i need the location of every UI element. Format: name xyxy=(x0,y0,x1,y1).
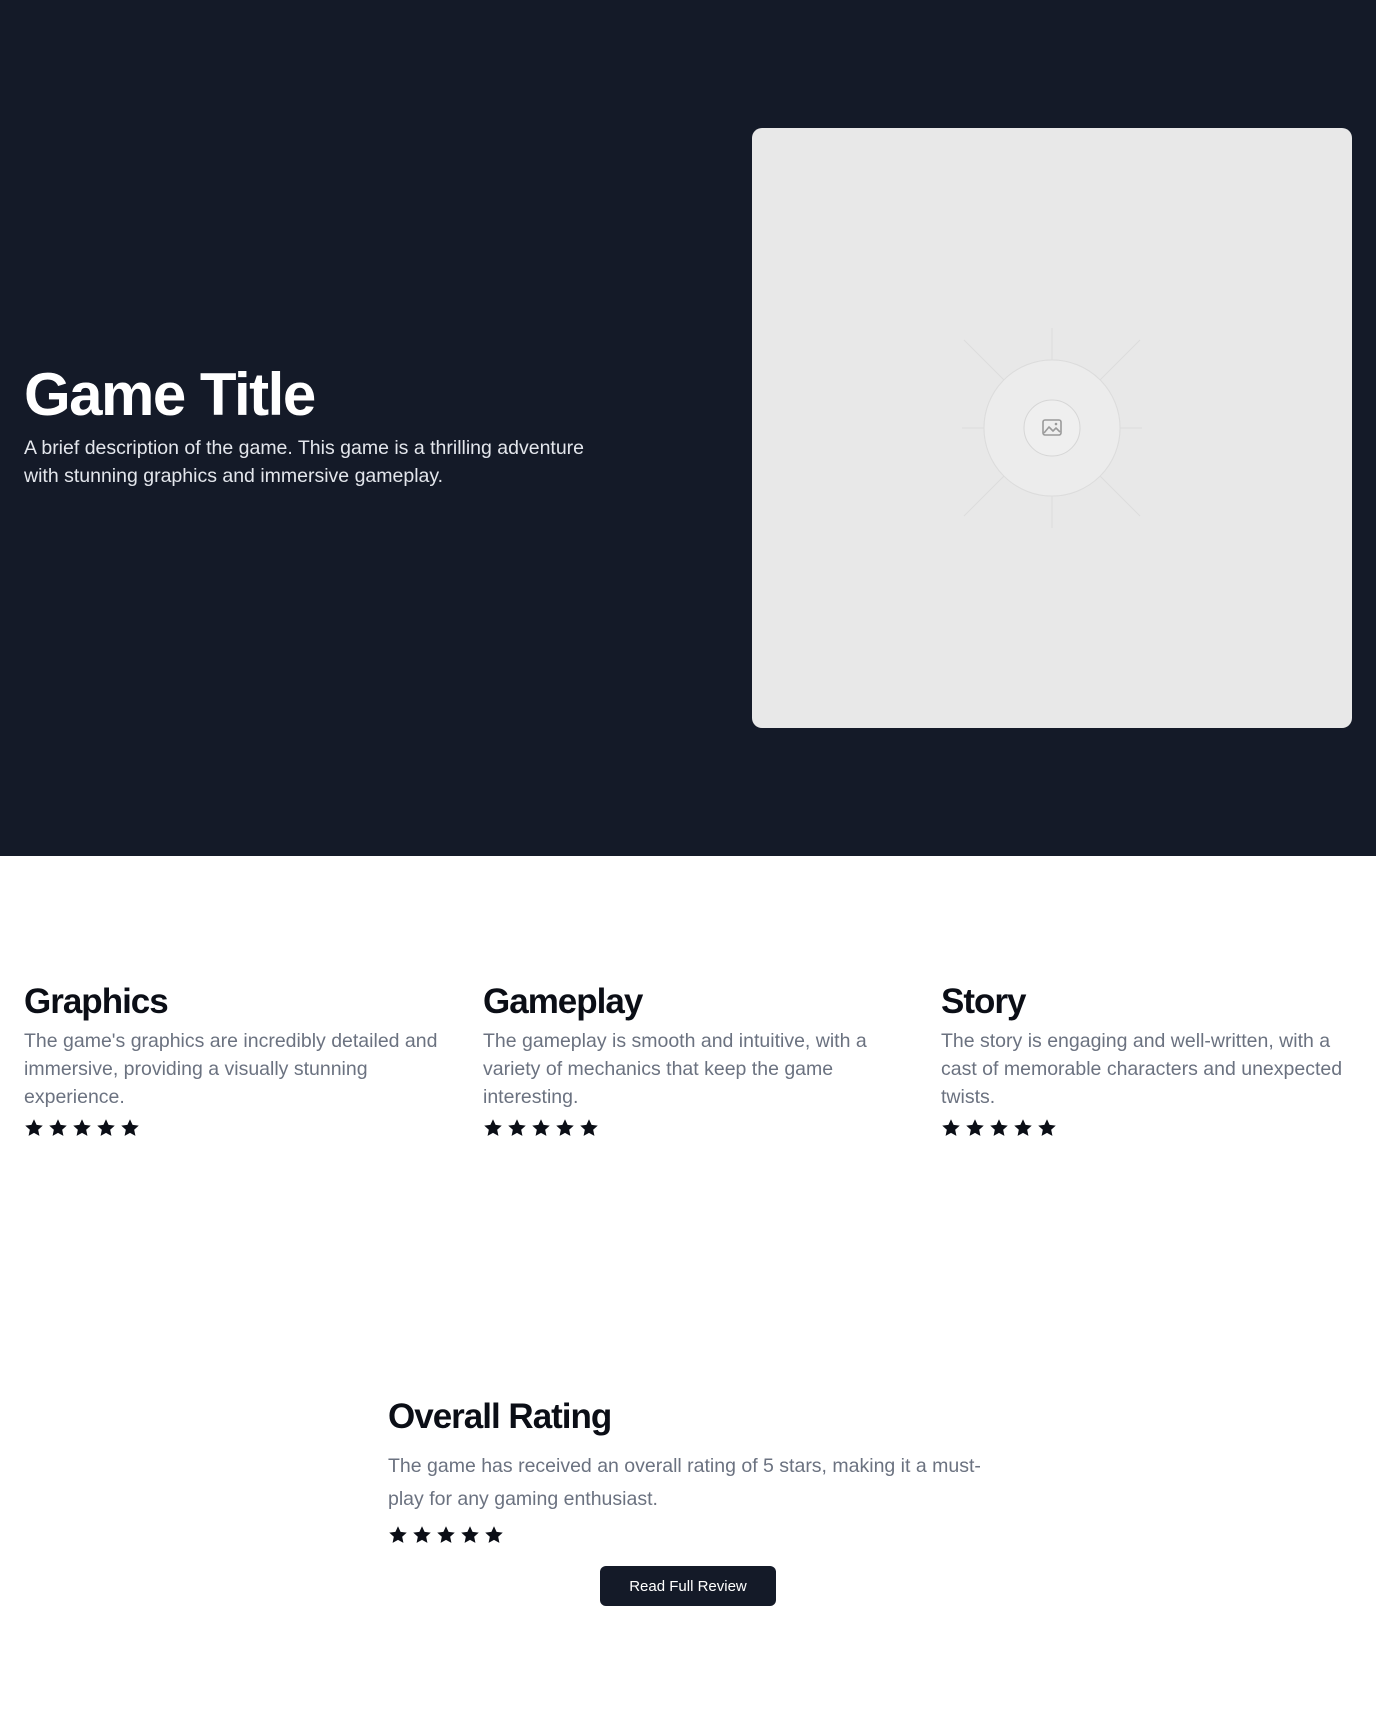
star-shape xyxy=(556,1119,574,1136)
feature-title: Graphics xyxy=(24,982,169,1021)
star-icon xyxy=(580,1119,598,1136)
feature-gameplay: Gameplay The gameplay is smooth and intu… xyxy=(483,980,913,1139)
feature-description: The story is engaging and well-written, … xyxy=(941,1030,1343,1108)
star-icon xyxy=(485,1526,503,1543)
star-icon xyxy=(49,1119,67,1136)
star-shape xyxy=(1038,1119,1056,1136)
star-icon xyxy=(121,1119,139,1136)
star-shape xyxy=(461,1526,479,1543)
star-icon xyxy=(508,1119,526,1136)
feature-title: Story xyxy=(941,982,1026,1021)
feature-graphics: Graphics The game's graphics are incredi… xyxy=(24,980,454,1139)
star-icon xyxy=(942,1119,960,1136)
star-shape xyxy=(532,1119,550,1136)
star-icon xyxy=(389,1526,407,1543)
star-icon xyxy=(437,1526,455,1543)
star-shape xyxy=(966,1119,984,1136)
hero-description: A brief description of the game. This ga… xyxy=(24,437,585,487)
star-shape xyxy=(484,1119,502,1136)
star-shape xyxy=(97,1119,115,1136)
star-rating xyxy=(24,1117,454,1139)
star-shape xyxy=(49,1119,67,1136)
star-icon xyxy=(1038,1119,1056,1136)
feature-description: The game's graphics are incredibly detai… xyxy=(24,1030,438,1108)
star-shape xyxy=(73,1119,91,1136)
star-icon xyxy=(73,1119,91,1136)
star-icon xyxy=(97,1119,115,1136)
star-shape xyxy=(121,1119,139,1136)
star-icon xyxy=(1014,1119,1032,1136)
hero-image-placeholder xyxy=(752,128,1352,728)
star-shape xyxy=(990,1119,1008,1136)
star-icon xyxy=(484,1119,502,1136)
star-icon xyxy=(461,1526,479,1543)
star-icon xyxy=(556,1119,574,1136)
feature-story: Story The story is engaging and well-wri… xyxy=(941,980,1371,1139)
star-rating xyxy=(483,1117,913,1139)
star-shape xyxy=(580,1119,598,1136)
star-shape xyxy=(413,1526,431,1543)
star-shape xyxy=(389,1526,407,1543)
overall-rating-section: Overall Rating The game has received an … xyxy=(388,1394,1008,1546)
star-icon xyxy=(413,1526,431,1543)
star-shape xyxy=(942,1119,960,1136)
hero-title: Game Title xyxy=(24,361,316,428)
feature-title: Gameplay xyxy=(483,982,643,1021)
image-placeholder-icon xyxy=(962,328,1142,528)
star-shape xyxy=(485,1526,503,1543)
star-shape xyxy=(437,1526,455,1543)
star-rating xyxy=(388,1524,1008,1546)
star-shape xyxy=(1014,1119,1032,1136)
hero-section: Game Title A brief description of the ga… xyxy=(0,0,1376,856)
overall-description: The game has received an overall rating … xyxy=(388,1455,981,1510)
star-icon xyxy=(532,1119,550,1136)
star-icon xyxy=(966,1119,984,1136)
star-icon xyxy=(25,1119,43,1136)
feature-description: The gameplay is smooth and intuitive, wi… xyxy=(483,1030,867,1108)
overall-title: Overall Rating xyxy=(388,1397,612,1436)
star-icon xyxy=(990,1119,1008,1136)
star-rating xyxy=(941,1117,1371,1139)
star-shape xyxy=(25,1119,43,1136)
star-shape xyxy=(508,1119,526,1136)
read-full-review-button[interactable]: Read Full Review xyxy=(600,1566,776,1606)
